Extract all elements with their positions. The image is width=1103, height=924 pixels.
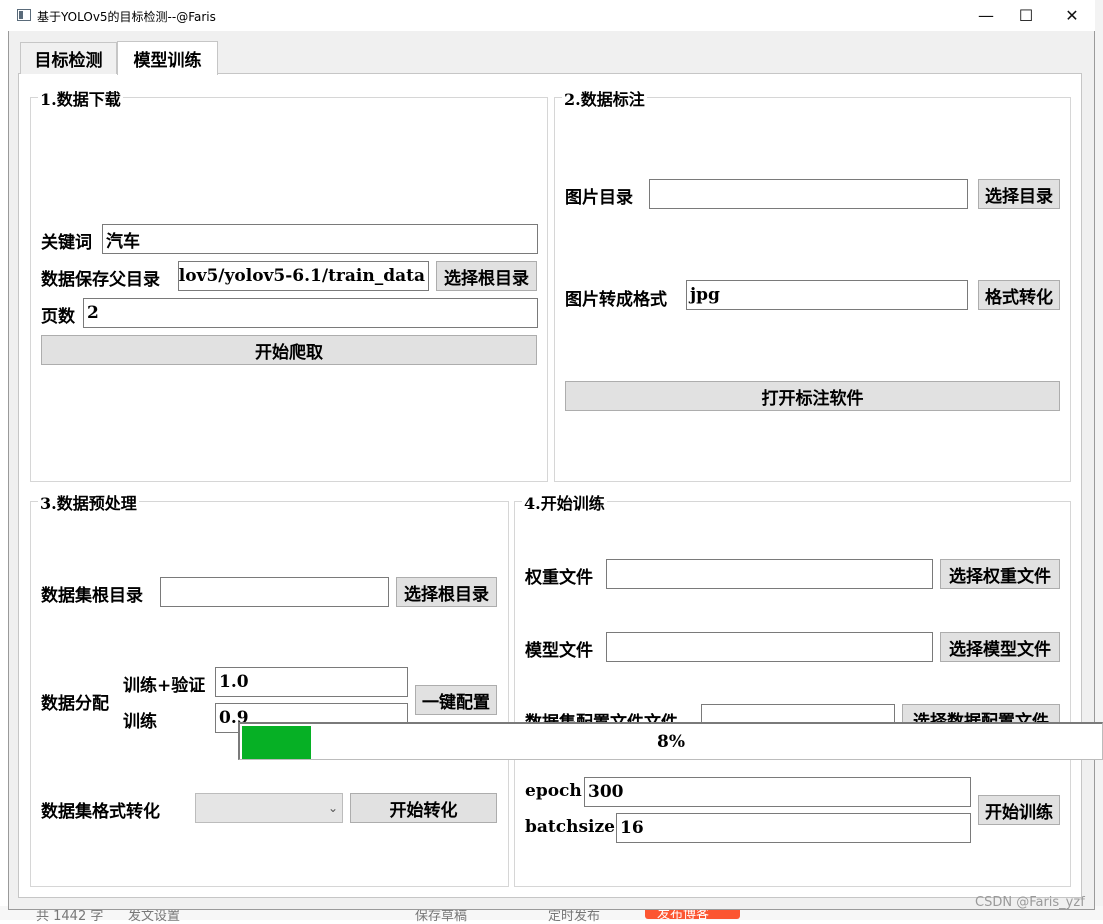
dataset-root-label: 数据集根目录 xyxy=(41,586,143,606)
start-convert-button[interactable]: 开始转化 xyxy=(350,793,497,823)
close-button[interactable]: ✕ xyxy=(1049,0,1095,31)
progress-bar: 8% xyxy=(238,722,1103,760)
format-convert-label: 数据集格式转化 xyxy=(41,802,160,822)
batchsize-input[interactable]: 16 xyxy=(616,813,971,843)
choose-root-button[interactable]: 选择根目录 xyxy=(436,261,537,291)
weights-label: 权重文件 xyxy=(525,568,593,588)
epoch-input[interactable]: 300 xyxy=(584,777,971,807)
watermark: CSDN @Faris_yzf xyxy=(975,895,1085,910)
trainval-label: 训练+验证 xyxy=(123,676,206,696)
auto-config-button[interactable]: 一键配置 xyxy=(415,685,497,715)
start-training-button[interactable]: 开始训练 xyxy=(978,795,1060,825)
trainval-input[interactable]: 1.0 xyxy=(215,667,408,697)
format-convert-combo[interactable]: ⌄ xyxy=(195,793,343,823)
batchsize-label: batchsize xyxy=(525,817,615,837)
weights-input[interactable] xyxy=(606,559,933,589)
group-title-data-download: 1.数据下载 xyxy=(38,86,123,110)
save-dir-input[interactable]: olov5/yolov5-6.1/train_data xyxy=(178,261,429,291)
progress-text: 8% xyxy=(657,731,685,752)
tab-object-detection[interactable]: 目标检测 xyxy=(20,42,117,74)
pages-input[interactable]: 2 xyxy=(83,298,538,328)
model-label: 模型文件 xyxy=(525,641,593,661)
group-title-start-training: 4.开始训练 xyxy=(522,490,607,514)
image-dir-input[interactable] xyxy=(649,179,968,209)
keyword-input[interactable]: 汽车 xyxy=(102,224,538,254)
open-annotation-tool-button[interactable]: 打开标注软件 xyxy=(565,381,1060,411)
chevron-down-icon: ⌄ xyxy=(327,801,338,815)
convert-format-button[interactable]: 格式转化 xyxy=(978,280,1060,310)
model-input[interactable] xyxy=(606,632,933,662)
image-format-label: 图片转成格式 xyxy=(565,290,667,310)
dataset-root-input[interactable] xyxy=(160,577,389,607)
image-dir-label: 图片目录 xyxy=(565,188,633,208)
choose-dir-button[interactable]: 选择目录 xyxy=(978,179,1060,209)
tab-model-training[interactable]: 模型训练 xyxy=(117,41,218,75)
image-format-input[interactable]: jpg xyxy=(686,280,968,310)
group-title-data-preprocess: 3.数据预处理 xyxy=(38,490,139,514)
choose-model-button[interactable]: 选择模型文件 xyxy=(940,632,1060,662)
maximize-button[interactable]: ☐ xyxy=(1003,0,1049,31)
epoch-label: epoch xyxy=(525,781,582,801)
app-icon xyxy=(17,9,31,21)
choose-weights-button[interactable]: 选择权重文件 xyxy=(940,559,1060,589)
choose-dataset-root-button[interactable]: 选择根目录 xyxy=(396,577,497,607)
pages-label: 页数 xyxy=(41,307,75,327)
save-dir-label: 数据保存父目录 xyxy=(41,270,160,290)
split-label: 数据分配 xyxy=(41,694,109,714)
start-crawl-button[interactable]: 开始爬取 xyxy=(41,335,537,365)
train-label: 训练 xyxy=(123,712,157,732)
group-title-data-annotation: 2.数据标注 xyxy=(562,86,647,110)
keyword-label: 关键词 xyxy=(41,233,92,253)
window-title: 基于YOLOv5的目标检测--@Faris xyxy=(37,10,216,24)
